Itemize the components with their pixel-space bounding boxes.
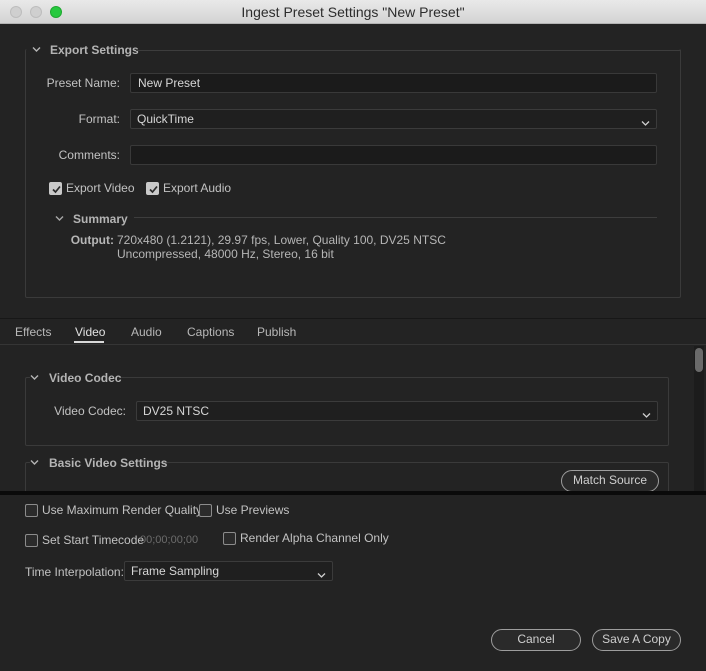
checkbox-checked-icon [146,181,159,195]
use-previews-checkbox[interactable]: Use Previews [199,503,289,517]
chevron-down-icon [30,373,39,382]
set-start-timecode-checkbox[interactable]: Set Start Timecode [25,533,144,547]
pane-divider[interactable] [0,491,706,495]
scrollbar-thumb[interactable] [695,348,703,372]
chevron-down-icon [642,408,651,418]
timecode-value: 00;00;00;00 [140,534,199,546]
preset-name-input[interactable]: New Preset [130,73,657,93]
video-settings-scrollbar[interactable] [694,346,704,491]
max-render-quality-checkbox[interactable]: Use Maximum Render Quality [25,503,202,517]
checkbox-unchecked-icon [199,503,212,517]
output-line-2: Uncompressed, 48000 Hz, Stereo, 16 bit [117,247,334,261]
video-codec-select[interactable]: DV25 NTSC [136,401,658,421]
settings-tab-bar: Effects Video Audio Captions Publish [0,318,706,345]
video-codec-label: Video Codec: [54,404,126,418]
checkbox-unchecked-icon [223,531,236,545]
save-a-copy-button[interactable]: Save A Copy [592,629,681,651]
export-video-label: Export Video [66,181,135,195]
time-interpolation-value: Frame Sampling [131,564,220,578]
title-bar: Ingest Preset Settings "New Preset" [0,0,706,24]
export-audio-checkbox[interactable]: Export Audio [146,181,231,195]
checkbox-unchecked-icon [25,533,38,547]
tab-effects[interactable]: Effects [15,325,51,339]
export-video-checkbox[interactable]: Export Video [49,181,135,195]
tab-captions[interactable]: Captions [187,325,234,339]
chevron-down-icon [641,116,650,126]
time-interpolation-select[interactable]: Frame Sampling [124,561,333,581]
tab-publish[interactable]: Publish [257,325,296,339]
render-alpha-label: Render Alpha Channel Only [240,531,389,545]
preset-name-label: Preset Name: [46,76,120,90]
tab-audio[interactable]: Audio [131,325,162,339]
output-line-1: 720x480 (1.2121), 29.97 fps, Lower, Qual… [117,233,446,247]
format-select-value: QuickTime [137,112,194,126]
comments-label: Comments: [58,148,120,162]
use-previews-label: Use Previews [216,503,290,517]
cancel-button[interactable]: Cancel [491,629,581,651]
max-render-quality-label: Use Maximum Render Quality [42,503,203,517]
video-settings-scroll-area[interactable]: Video Codec Video Codec Video Codec: DV2… [0,346,706,491]
output-label: Output: [70,233,114,247]
match-source-button[interactable]: Match Source [561,470,659,491]
tab-video[interactable]: Video [75,325,105,339]
video-codec-heading-text: Video Codec [49,371,122,385]
format-select[interactable]: QuickTime [130,109,657,129]
basic-video-settings-heading[interactable]: Basic Video Settings [49,456,167,470]
summary-heading[interactable]: Summary [73,212,128,226]
window-title: Ingest Preset Settings "New Preset" [241,4,465,20]
render-alpha-checkbox[interactable]: Render Alpha Channel Only [223,531,389,545]
basic-video-chevron-icon[interactable] [30,458,39,467]
summary-rule [134,217,657,218]
comments-input[interactable] [130,145,657,165]
format-label: Format: [78,112,120,126]
checkbox-checked-icon [49,181,62,195]
chevron-down-icon [317,568,326,578]
time-interpolation-label: Time Interpolation: [25,565,124,579]
set-start-timecode-label: Set Start Timecode [42,533,145,547]
summary-chevron-icon[interactable] [55,214,64,223]
export-audio-label: Export Audio [163,181,232,195]
checkbox-unchecked-icon [25,503,38,517]
active-tab-indicator [74,341,104,343]
video-codec-select-value: DV25 NTSC [143,404,210,418]
